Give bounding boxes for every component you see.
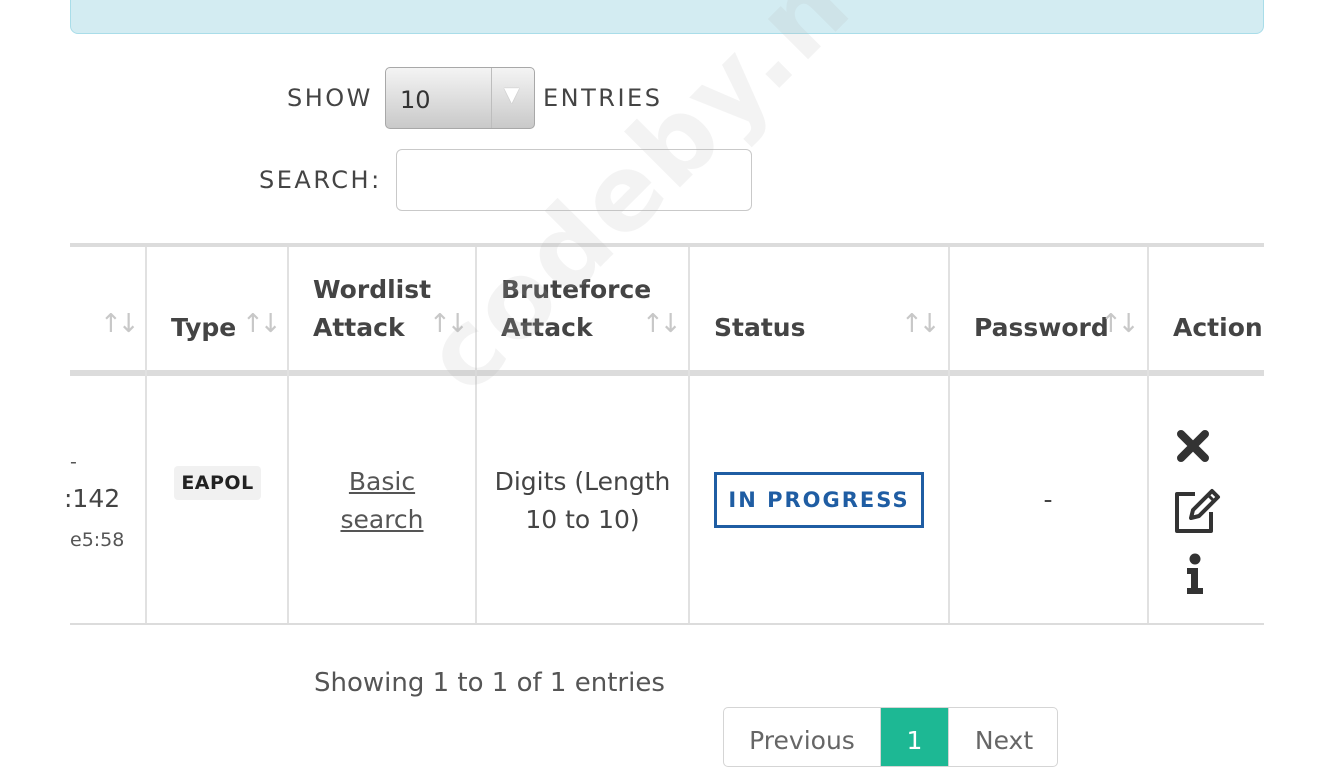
bruteforce-attack-cell: Digits (Length 10 to 10)	[490, 463, 675, 539]
results-table: ↑↓ Type ↑↓ Wordlist Attack ↑↓ Bruteforce…	[64, 243, 1264, 626]
cell-hidden-line2: :142	[64, 484, 121, 513]
column-header-label: Type	[171, 313, 237, 342]
close-icon[interactable]	[1176, 429, 1210, 467]
wordlist-attack-line2: search	[340, 505, 424, 534]
sort-arrows-icon: ↑↓	[642, 309, 682, 339]
status-badge: IN PROGRESS	[714, 472, 924, 528]
column-divider	[287, 247, 289, 623]
wordlist-attack-link[interactable]: Basic search	[302, 463, 462, 539]
password-cell: -	[1043, 485, 1053, 514]
wordlist-attack-line1: Basic	[348, 467, 416, 496]
pagination: Previous 1 Next	[723, 707, 1058, 767]
column-header-label: Bruteforce	[501, 275, 652, 304]
edit-icon[interactable]	[1171, 485, 1221, 539]
header-bottom-border	[70, 370, 1264, 376]
column-header-action: Action	[1173, 313, 1263, 342]
previous-page-button[interactable]: Previous	[724, 708, 881, 766]
column-divider	[145, 247, 147, 623]
sort-arrows-icon: ↑↓	[429, 309, 469, 339]
info-icon[interactable]	[1184, 553, 1206, 599]
search-input[interactable]	[396, 149, 752, 211]
column-divider	[1147, 247, 1149, 623]
search-label: SEARCH:	[259, 166, 382, 194]
column-header-label: Attack	[501, 313, 593, 342]
column-divider	[688, 247, 690, 623]
table-info-text: Showing 1 to 1 of 1 entries	[314, 668, 665, 698]
page-1-button[interactable]: 1	[881, 708, 948, 766]
sort-arrows-icon: ↑↓	[242, 309, 282, 339]
bruteforce-line2: 10 to 10)	[525, 505, 640, 534]
column-header-label: Status	[714, 313, 806, 342]
info-alert	[70, 0, 1264, 34]
next-page-button[interactable]: Next	[948, 708, 1057, 766]
select-divider	[491, 68, 492, 128]
entries-per-page-select[interactable]: 10 ▼	[385, 67, 535, 129]
type-badge: EAPOL	[174, 466, 261, 500]
table-bottom-border	[70, 623, 1264, 625]
column-divider	[475, 247, 477, 623]
show-label: SHOW	[287, 84, 373, 112]
sort-arrows-icon: ↑↓	[100, 309, 140, 339]
chevron-down-icon: ▼	[504, 82, 520, 106]
column-header-label: Wordlist	[313, 275, 432, 304]
sort-arrows-icon: ↑↓	[1100, 309, 1140, 339]
sort-arrows-icon: ↑↓	[901, 309, 941, 339]
column-header-label: Password	[974, 313, 1109, 342]
entries-label: ENTRIES	[543, 84, 663, 112]
entries-per-page-value: 10	[400, 86, 431, 114]
table-top-border	[70, 243, 1264, 247]
column-divider	[948, 247, 950, 623]
cell-hidden-line3: e5:58	[70, 529, 125, 551]
cell-hidden-line1: -	[70, 451, 77, 473]
bruteforce-line1: Digits (Length	[494, 467, 671, 496]
column-header-label: Attack	[313, 313, 405, 342]
